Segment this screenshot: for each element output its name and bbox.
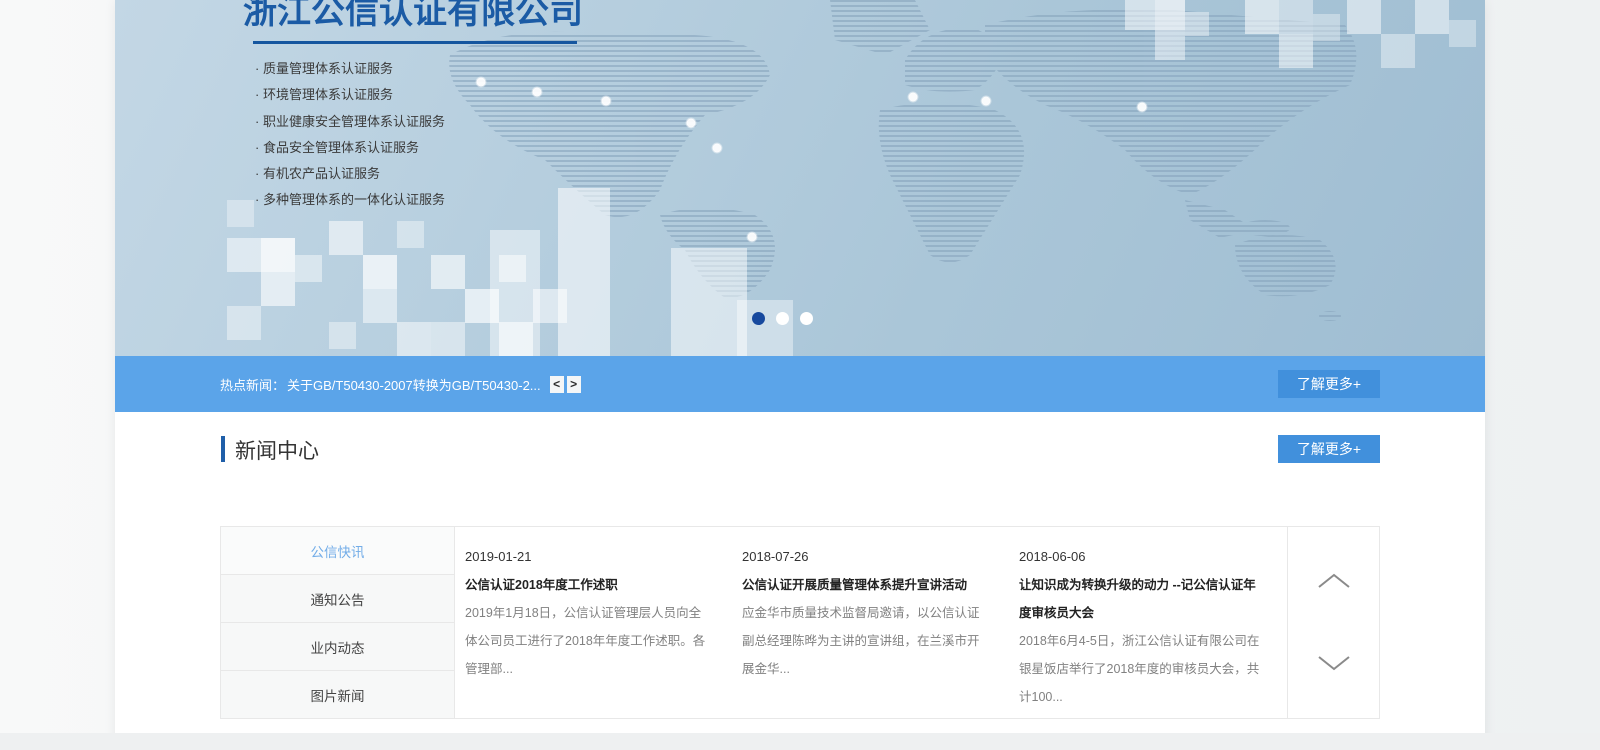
service-item: 有机农产品认证服务 — [255, 161, 445, 187]
news-center-section: 新闻中心 了解更多+ 公信快讯 通知公告 业内动态 图片新闻 2019-01-2… — [115, 435, 1485, 719]
tab-notices[interactable]: 通知公告 — [221, 575, 454, 623]
carousel-dots — [752, 312, 813, 325]
service-item: 环境管理体系认证服务 — [255, 82, 445, 108]
article-date: 2018-07-26 — [742, 543, 987, 571]
company-name-title: 浙江公信认证有限公司 — [243, 0, 583, 33]
carousel-dot-3[interactable] — [800, 312, 813, 325]
article-excerpt: 2018年6月4-5日，浙江公信认证有限公司在银星饭店举行了2018年度的审核员… — [1019, 627, 1264, 711]
service-item: 食品安全管理体系认证服务 — [255, 135, 445, 161]
news-article-3[interactable]: 2018-06-06 让知识成为转换升级的动力 --记公信认证年度审核员大会 2… — [1009, 527, 1286, 718]
service-list: 质量管理体系认证服务 环境管理体系认证服务 职业健康安全管理体系认证服务 食品安… — [255, 56, 445, 214]
hot-news-ticker: 热点新闻： 关于GB/T50430-2007转换为GB/T50430-2... … — [115, 356, 1485, 412]
tab-industry-trends[interactable]: 业内动态 — [221, 623, 454, 671]
news-tabs: 公信快讯 通知公告 业内动态 图片新闻 — [221, 527, 455, 718]
accent-bar — [221, 436, 225, 462]
carousel-dot-1[interactable] — [752, 312, 765, 325]
news-article-1[interactable]: 2019-01-21 公信认证2018年度工作述职 2019年1月18日，公信认… — [455, 527, 732, 718]
article-title[interactable]: 让知识成为转换升级的动力 --记公信认证年度审核员大会 — [1019, 571, 1264, 627]
ticker-prev-button[interactable]: < — [550, 376, 564, 393]
service-item: 质量管理体系认证服务 — [255, 56, 445, 82]
news-panel: 公信快讯 通知公告 业内动态 图片新闻 2019-01-21 公信认证2018年… — [220, 526, 1380, 719]
article-excerpt: 2019年1月18日，公信认证管理层人员向全体公司员工进行了2018年年度工作述… — [465, 599, 710, 683]
article-excerpt: 应金华市质量技术监督局邀请，以公信认证副总经理陈晔为主讲的宣讲组，在兰溪市开展金… — [742, 599, 987, 683]
scroll-up-button[interactable] — [1316, 571, 1352, 593]
chevron-up-icon — [1316, 572, 1352, 590]
chevron-down-icon — [1316, 654, 1352, 672]
hero-banner: 浙江公信认证有限公司 质量管理体系认证服务 环境管理体系认证服务 职业健康安全管… — [115, 0, 1485, 356]
article-title[interactable]: 公信认证2018年度工作述职 — [465, 571, 710, 599]
footer-strip — [0, 733, 1600, 750]
news-section-title: 新闻中心 — [235, 435, 319, 465]
tab-gongxin-news[interactable]: 公信快讯 — [221, 527, 454, 575]
news-article-list: 2019-01-21 公信认证2018年度工作述职 2019年1月18日，公信认… — [455, 527, 1287, 718]
title-underline — [253, 41, 577, 44]
scroll-down-button[interactable] — [1316, 653, 1352, 675]
page: 浙江公信认证有限公司 质量管理体系认证服务 环境管理体系认证服务 职业健康安全管… — [0, 0, 1600, 750]
ticker-next-button[interactable]: > — [567, 376, 581, 393]
news-article-2[interactable]: 2018-07-26 公信认证开展质量管理体系提升宣讲活动 应金华市质量技术监督… — [732, 527, 1009, 718]
article-date: 2019-01-21 — [465, 543, 710, 571]
content-container: 浙江公信认证有限公司 质量管理体系认证服务 环境管理体系认证服务 职业健康安全管… — [115, 0, 1485, 750]
article-date: 2018-06-06 — [1019, 543, 1264, 571]
hot-news-label: 热点新闻： — [220, 375, 285, 394]
carousel-dot-2[interactable] — [776, 312, 789, 325]
hot-news-headline-link[interactable]: 关于GB/T50430-2007转换为GB/T50430-2... — [287, 375, 541, 394]
ticker-more-button[interactable]: 了解更多+ — [1278, 370, 1380, 398]
news-header: 新闻中心 了解更多+ — [115, 435, 1485, 463]
tab-photo-news[interactable]: 图片新闻 — [221, 671, 454, 718]
news-more-button[interactable]: 了解更多+ — [1278, 435, 1380, 463]
article-title[interactable]: 公信认证开展质量管理体系提升宣讲活动 — [742, 571, 987, 599]
service-item: 多种管理体系的一体化认证服务 — [255, 187, 445, 213]
service-item: 职业健康安全管理体系认证服务 — [255, 109, 445, 135]
news-pager — [1287, 527, 1379, 718]
ticker-nav: < > — [550, 376, 581, 393]
